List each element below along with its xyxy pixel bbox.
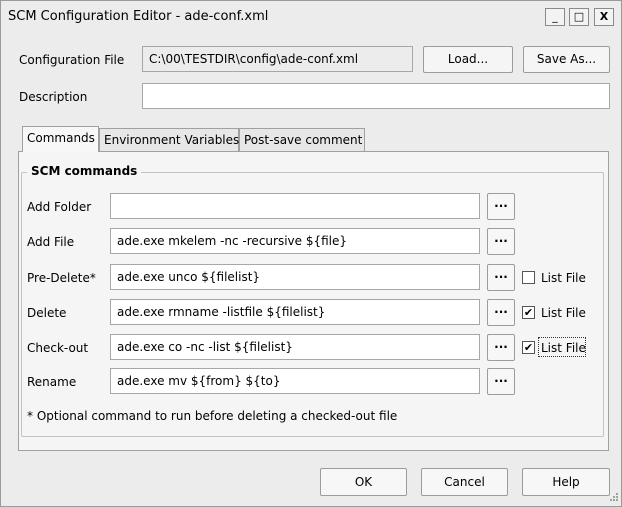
save-as-button[interactable]: Save As...: [523, 46, 610, 73]
config-file-field[interactable]: C:\00\TESTDIR\config\ade-conf.xml: [142, 46, 413, 72]
check-out-browse-button[interactable]: ...: [487, 334, 515, 361]
add-folder-browse-button[interactable]: ...: [487, 193, 515, 220]
description-label: Description: [19, 90, 88, 104]
scm-config-editor-window: SCM Configuration Editor - ade-conf.xml …: [0, 0, 622, 507]
rename-browse-button[interactable]: ...: [487, 368, 515, 395]
scm-commands-title: SCM commands: [27, 164, 142, 178]
cancel-button[interactable]: Cancel: [421, 468, 508, 496]
add-folder-label: Add Folder: [27, 200, 92, 214]
check-out-list-file-checkbox[interactable]: ✔: [522, 341, 535, 354]
tab-environment-variables[interactable]: Environment Variables: [99, 128, 239, 152]
rename-label: Rename: [27, 375, 77, 389]
help-button[interactable]: Help: [522, 468, 610, 496]
tab-post-save-comment[interactable]: Post-save comment: [239, 128, 365, 152]
config-file-label: Configuration File: [19, 53, 125, 67]
delete-label: Delete: [27, 306, 67, 320]
add-file-label: Add File: [27, 235, 75, 249]
window-title: SCM Configuration Editor - ade-conf.xml: [8, 9, 269, 24]
check-out-list-file-label[interactable]: List File: [541, 341, 586, 355]
ok-button[interactable]: OK: [320, 468, 407, 496]
check-out-label: Check-out: [27, 341, 89, 355]
delete-command-input[interactable]: ade.exe rmname -listfile ${filelist}: [110, 299, 480, 325]
maximize-button[interactable]: □: [569, 8, 589, 26]
add-file-command-input[interactable]: ade.exe mkelem -nc -recursive ${file}: [110, 228, 480, 254]
check-out-command-input[interactable]: ade.exe co -nc -list ${filelist}: [110, 334, 480, 360]
rename-command-input[interactable]: ade.exe mv ${from} ${to}: [110, 368, 480, 394]
minimize-button[interactable]: _: [545, 8, 565, 26]
tab-commands[interactable]: Commands: [22, 126, 99, 152]
pre-delete-command-input[interactable]: ade.exe unco ${filelist}: [110, 264, 480, 290]
resize-grip-icon[interactable]: [607, 492, 619, 504]
load-button[interactable]: Load...: [423, 46, 513, 73]
delete-list-file-label[interactable]: List File: [541, 306, 586, 320]
delete-browse-button[interactable]: ...: [487, 299, 515, 326]
description-field[interactable]: [142, 83, 610, 109]
pre-delete-list-file-label[interactable]: List File: [541, 271, 586, 285]
title-bar[interactable]: SCM Configuration Editor - ade-conf.xml …: [2, 2, 620, 32]
add-folder-command-input[interactable]: [110, 193, 480, 219]
pre-delete-list-file-checkbox[interactable]: [522, 271, 535, 284]
pre-delete-browse-button[interactable]: ...: [487, 264, 515, 291]
close-button[interactable]: X: [594, 8, 614, 26]
footnote-text: * Optional command to run before deletin…: [27, 409, 398, 423]
add-file-browse-button[interactable]: ...: [487, 228, 515, 255]
delete-list-file-checkbox[interactable]: ✔: [522, 306, 535, 319]
pre-delete-label: Pre-Delete*: [27, 271, 96, 285]
